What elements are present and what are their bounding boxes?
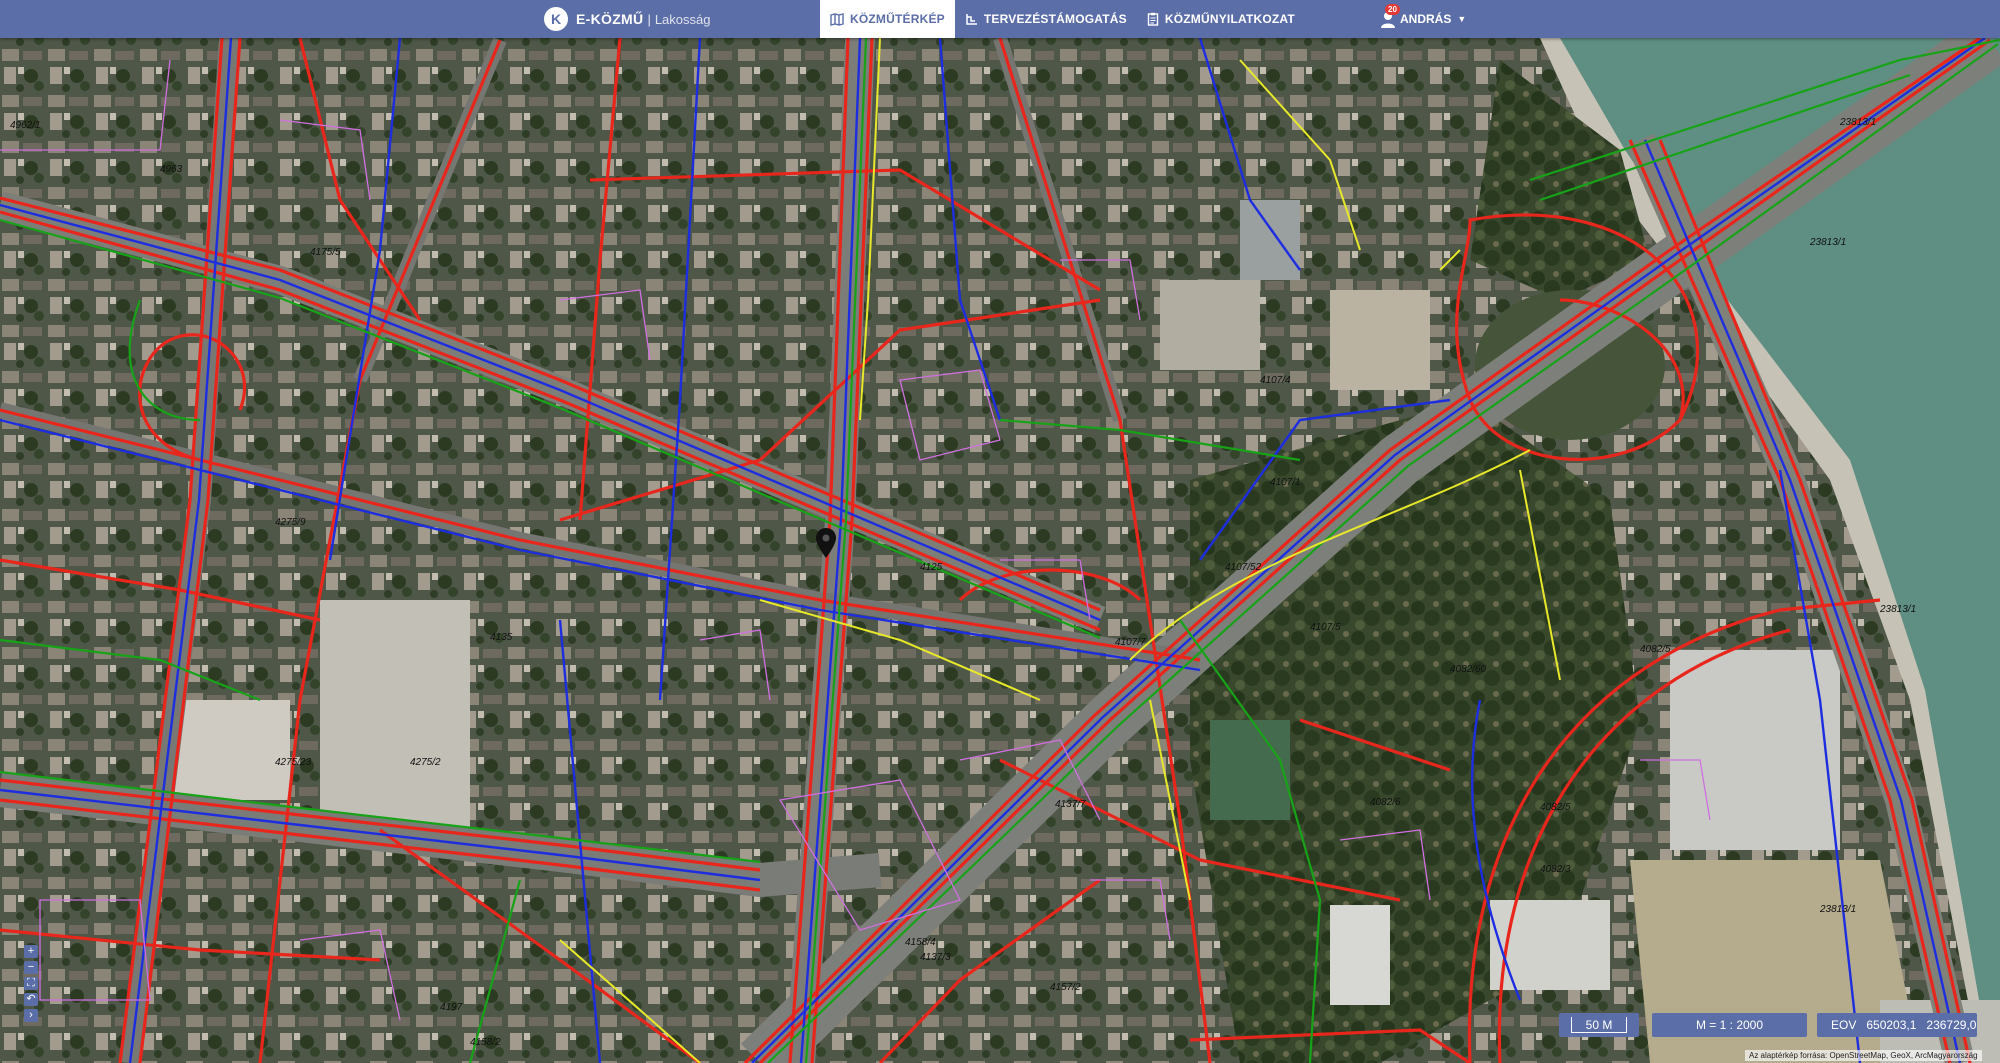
chevron-down-icon: ▼ — [1457, 14, 1467, 24]
tab-kozmunyilatkozat[interactable]: KÖZMŰNYILATKOZAT — [1137, 0, 1305, 38]
map-controls: + − ⛶ ↶ › — [24, 945, 38, 1025]
map-attribution: Az alaptérkép forrása: OpenStreetMap, Ge… — [1745, 1050, 1982, 1061]
parcel-label: 4158/2 — [470, 1037, 501, 1048]
coord-y: 236729,0 — [1926, 1018, 1977, 1032]
parcel-label: 4107/5 — [1310, 622, 1341, 633]
coord-system-label: EOV — [1831, 1018, 1857, 1032]
parcel-label: 4962/1 — [10, 120, 41, 131]
parcel-label: 4275/2 — [410, 757, 441, 768]
tab-tervezestamogatas[interactable]: TERVEZÉSTÁMOGATÁS — [955, 0, 1137, 38]
location-pin-icon[interactable] — [816, 528, 836, 563]
parcel-label: 4963 — [160, 164, 183, 175]
parcel-label: 4107/4 — [1260, 375, 1291, 386]
parcel-label: 4107/52 — [1225, 562, 1262, 573]
brand-separator: | — [647, 11, 651, 27]
user-icon: 20 — [1380, 4, 1400, 28]
tab-kozmunyilatkozat-label: KÖZMŰNYILATKOZAT — [1164, 12, 1295, 26]
coordinate-readout: EOV 650203,1 236729,0 — [1817, 1013, 1977, 1037]
scale-ratio[interactable]: M = 1 : 2000 — [1652, 1013, 1807, 1037]
parcel-label: 4082/3 — [1540, 864, 1571, 875]
parcel-label: 4107/1 — [1270, 477, 1301, 488]
parcel-label: 4082/5 — [1540, 802, 1571, 813]
parcel-label: 4135 — [490, 632, 513, 643]
parcel-label: 4082/60 — [1450, 664, 1487, 675]
expand-panel-button[interactable]: › — [24, 1009, 38, 1022]
clipboard-icon — [1147, 12, 1159, 26]
coord-x: 650203,1 — [1866, 1018, 1917, 1032]
user-name: ANDRÁS — [1400, 12, 1452, 26]
scale-bar-label: 50 M — [1570, 1017, 1628, 1033]
parcel-label: 4275/23 — [275, 757, 312, 768]
parcel-label: 4275/9 — [275, 517, 306, 528]
parcel-label: 4197 — [440, 1002, 463, 1013]
tab-kozmuterkep[interactable]: KÖZMŰTÉRKÉP — [820, 0, 955, 38]
main-navigation: KÖZMŰTÉRKÉP TERVEZÉSTÁMOGATÁS KÖZMŰNYILA… — [820, 0, 1305, 38]
parcel-label: 4137/7 — [1055, 799, 1086, 810]
parcel-label: 4082/6 — [1370, 797, 1401, 808]
parcel-label: 23813/1 — [1809, 237, 1846, 248]
parcel-label: 4082/5 — [1640, 644, 1671, 655]
parcel-label: 4107/7 — [1115, 637, 1146, 648]
fullscreen-button[interactable]: ⛶ — [24, 977, 38, 990]
undo-button[interactable]: ↶ — [24, 993, 38, 1006]
parcel-label: 4158/4 — [905, 937, 936, 948]
parcel-label: 4157/2 — [1050, 982, 1081, 993]
design-icon — [966, 13, 977, 25]
app-subtitle: Lakosság — [654, 11, 711, 27]
parcel-label: 23813/1 — [1879, 604, 1916, 615]
top-navigation-bar: K E-KÖZMŰ | Lakosság KÖZMŰTÉRKÉP TERVEZÉ… — [0, 0, 2000, 38]
brand[interactable]: K E-KÖZMŰ | Lakosság — [544, 0, 710, 38]
notification-badge: 20 — [1385, 4, 1400, 15]
parcel-label: 23813/1 — [1819, 904, 1856, 915]
scale-ratio-label: M = 1 : 2000 — [1695, 1018, 1764, 1032]
scale-bar: 50 M — [1559, 1013, 1639, 1037]
parcel-label: 4175/5 — [310, 247, 341, 258]
utility-map[interactable]: 4962/1 4963 23813/1 23813/1 23813/1 23813/1 42… — [0, 38, 2000, 1063]
tab-kozmuterkep-label: KÖZMŰTÉRKÉP — [850, 12, 945, 26]
app-logo-icon: K — [544, 7, 568, 31]
map-icon — [830, 12, 844, 26]
parcel-label: 4137/3 — [920, 952, 951, 963]
user-menu[interactable]: 20 ANDRÁS ▼ — [1380, 0, 1466, 38]
zoom-out-button[interactable]: − — [24, 961, 38, 974]
parcel-label: 23813/1 — [1839, 117, 1876, 128]
zoom-in-button[interactable]: + — [24, 945, 38, 958]
parcel-label: 4125 — [920, 562, 943, 573]
app-name: E-KÖZMŰ — [576, 11, 644, 27]
aerial-base — [0, 38, 2000, 1063]
tab-tervezestamogatas-label: TERVEZÉSTÁMOGATÁS — [983, 12, 1127, 26]
